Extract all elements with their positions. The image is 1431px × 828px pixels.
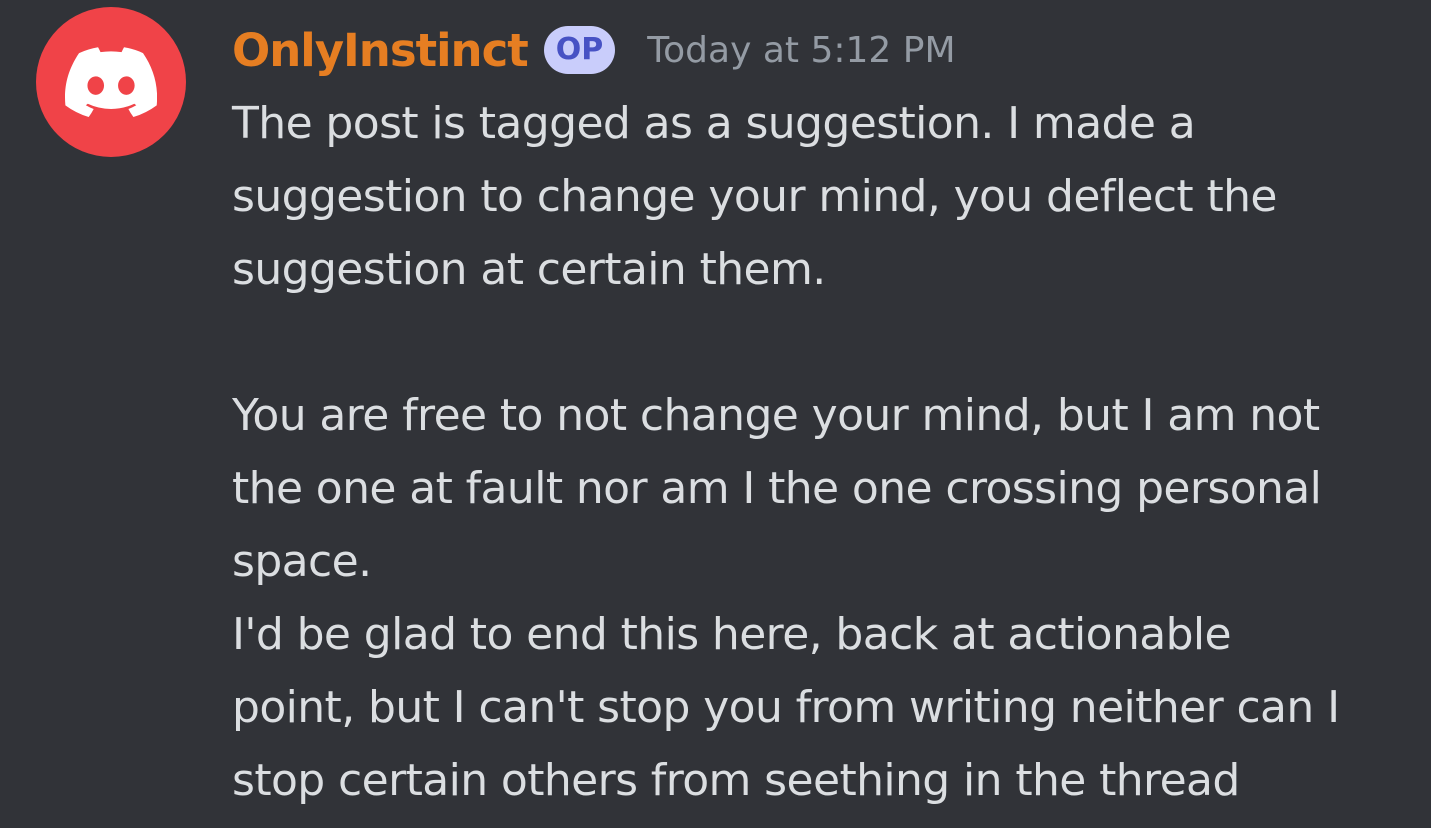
message-line: the one at fault nor am I the one crossi… bbox=[232, 463, 1322, 514]
message-line: suggestion to change your mind, you defl… bbox=[232, 171, 1277, 222]
message-blank-line bbox=[232, 306, 1412, 379]
discord-logo-icon bbox=[65, 47, 157, 118]
message-line: point, but I can't stop you from writing… bbox=[232, 682, 1340, 733]
message-line: stop certain others from seething in the… bbox=[232, 755, 1240, 806]
message-line: I'd be glad to end this here, back at ac… bbox=[232, 609, 1232, 660]
message-line: You are free to not change your mind, bu… bbox=[232, 390, 1320, 441]
message-content: The post is tagged as a suggestion. I ma… bbox=[232, 87, 1412, 817]
message-header: OnlyInstinct OP Today at 5:12 PM bbox=[232, 18, 956, 82]
author-name[interactable]: OnlyInstinct bbox=[232, 24, 529, 77]
message-timestamp[interactable]: Today at 5:12 PM bbox=[647, 30, 955, 71]
user-avatar[interactable] bbox=[36, 7, 186, 157]
message-line: The post is tagged as a suggestion. I ma… bbox=[232, 98, 1196, 149]
message-line: suggestion at certain them. bbox=[232, 244, 826, 295]
op-badge: OP bbox=[543, 26, 616, 74]
chat-message: OnlyInstinct OP Today at 5:12 PM The pos… bbox=[0, 0, 1431, 828]
message-line: space. bbox=[232, 536, 372, 587]
